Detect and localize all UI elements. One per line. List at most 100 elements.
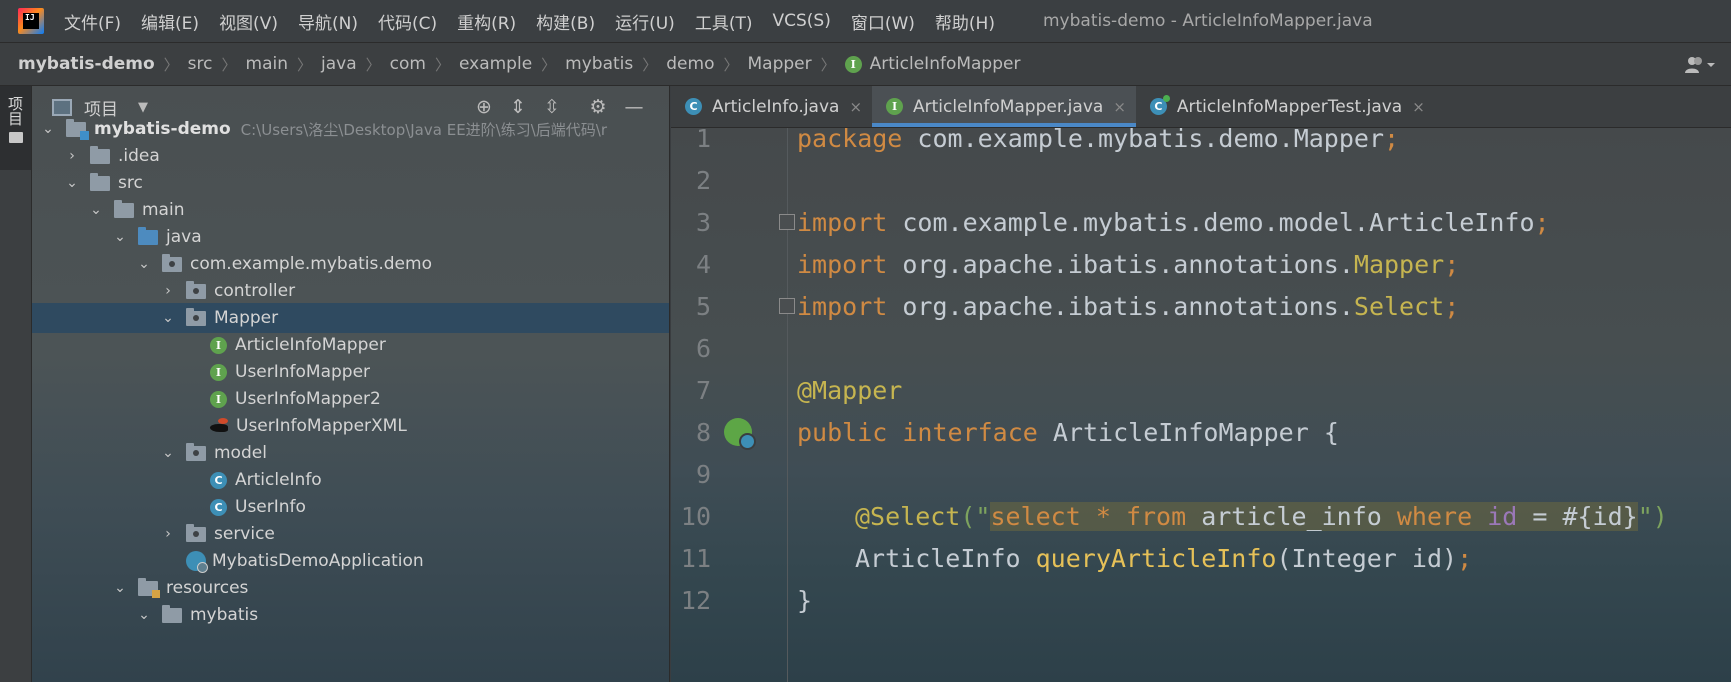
tree-item-src[interactable]: ⌄ src — [32, 168, 669, 198]
close-icon[interactable]: × — [1113, 98, 1126, 116]
project-tool-tab[interactable]: 项目 — [0, 86, 31, 170]
package-icon — [186, 523, 206, 542]
breadcrumb-item[interactable]: ArticleInfoMapper — [870, 54, 1021, 74]
tab-articleinfo-java[interactable]: C ArticleInfo.java × — [671, 86, 872, 127]
interface-icon: I — [886, 98, 904, 115]
chevron-down-icon[interactable]: ⌄ — [64, 175, 80, 191]
breadcrumb-separator: 〉 — [723, 55, 739, 74]
close-icon[interactable]: × — [1412, 98, 1425, 116]
menu-navigate[interactable]: 导航(N) — [298, 9, 358, 34]
chevron-right-icon[interactable]: › — [64, 148, 80, 164]
menu-vcs[interactable]: VCS(S) — [772, 11, 830, 31]
tree-item-mapper[interactable]: ⌄ Mapper — [32, 303, 669, 333]
tree-item-articleinfo[interactable]: C ArticleInfo — [32, 465, 669, 495]
tree-item-idea[interactable]: › .idea — [32, 141, 669, 171]
code-token: @Mapper — [797, 375, 903, 405]
chevron-down-icon[interactable]: ⌄ — [136, 607, 152, 623]
chevron-down-icon[interactable]: ⌄ — [112, 580, 128, 596]
tree-item-label: ArticleInfoMapper — [235, 335, 386, 355]
breadcrumb-item[interactable]: mybatis — [565, 54, 633, 74]
breadcrumb-item[interactable]: Mapper — [748, 54, 812, 74]
tree-item-java[interactable]: ⌄ java — [32, 222, 669, 252]
menu-refactor[interactable]: 重构(R) — [457, 9, 516, 34]
tree-item-mybatisdemoapplication[interactable]: MybatisDemoApplication — [32, 546, 669, 576]
menu-window[interactable]: 窗口(W) — [851, 9, 915, 34]
line-number: 10 — [680, 501, 711, 531]
tree-item-label: UserInfoMapperXML — [236, 416, 407, 436]
breadcrumb-item[interactable]: example — [459, 54, 532, 74]
chevron-right-icon[interactable]: › — [160, 526, 176, 542]
menu-code[interactable]: 代码(C) — [378, 9, 437, 34]
tree-item-label: controller — [214, 281, 296, 301]
code-token: (Integer id) — [1276, 543, 1458, 573]
chevron-down-icon[interactable]: ⌄ — [40, 121, 56, 137]
tree-item-userinfo[interactable]: C UserInfo — [32, 492, 669, 522]
breadcrumb-item[interactable]: main — [246, 54, 288, 74]
menu-file[interactable]: 文件(F) — [64, 9, 121, 34]
menu-view[interactable]: 视图(V) — [219, 9, 278, 34]
code-token: Select — [1353, 291, 1445, 321]
code-token: import — [797, 207, 888, 237]
chevron-down-icon[interactable]: ⌄ — [88, 202, 104, 218]
mybatis-bird-icon — [210, 418, 230, 434]
tree-item-resources[interactable]: ⌄ resources — [32, 573, 669, 603]
tab-articleinfomapper-java[interactable]: I ArticleInfoMapper.java × — [872, 86, 1136, 127]
tree-item-mybatis[interactable]: ⌄ mybatis — [32, 600, 669, 630]
tab-articleinfomappertest-java[interactable]: C ArticleInfoMapperTest.java × — [1136, 86, 1435, 127]
chevron-down-icon[interactable]: ⌄ — [160, 445, 176, 461]
user-account-icon[interactable] — [1683, 55, 1717, 75]
chevron-down-icon[interactable]: ⌄ — [136, 256, 152, 272]
close-icon[interactable]: × — [849, 98, 862, 116]
tree-item-label: java — [166, 227, 202, 247]
code-token: import — [797, 291, 888, 321]
breadcrumb-separator: 〉 — [163, 55, 179, 74]
code-token: ; — [1444, 249, 1460, 279]
chevron-down-icon[interactable]: ⌄ — [160, 310, 176, 326]
breadcrumb-item[interactable]: mybatis-demo — [18, 54, 155, 74]
breadcrumb-item[interactable]: demo — [666, 54, 714, 74]
code-token: select — [990, 501, 1081, 531]
menu-run[interactable]: 运行(U) — [615, 9, 675, 34]
code-token: com.example.mybatis.demo.Mapper — [902, 128, 1384, 153]
code-token: ; — [1444, 291, 1460, 321]
menu-edit[interactable]: 编辑(E) — [141, 9, 199, 34]
breadcrumb-item[interactable]: com — [390, 54, 426, 74]
tree-item-mybatis-demo[interactable]: ⌄ mybatis-demo C:\Users\洛尘\Desktop\Java … — [32, 114, 669, 144]
code-line: 7 @Mapper — [671, 367, 1731, 413]
code-token: org.apache.ibatis.annotations. — [887, 291, 1354, 321]
tree-item-userinfomapper[interactable]: I UserInfoMapper — [32, 357, 669, 387]
tree-item-label: model — [214, 443, 267, 463]
breadcrumb-item[interactable]: src — [188, 54, 213, 74]
chevron-down-icon[interactable]: ⌄ — [112, 229, 128, 245]
fold-marker-icon[interactable] — [779, 214, 795, 230]
package-icon — [186, 280, 206, 299]
tree-item-main[interactable]: ⌄ main — [32, 195, 669, 225]
caret-down-icon[interactable]: ▼ — [138, 100, 148, 115]
tree-item-service[interactable]: › service — [32, 519, 669, 549]
menu-build[interactable]: 构建(B) — [536, 9, 595, 34]
code-line: 10 @Select("select * from article_info w… — [671, 493, 1731, 539]
tree-item-userinfomapperxml[interactable]: UserInfoMapperXML — [32, 411, 669, 441]
tab-label: ArticleInfoMapper.java — [913, 96, 1104, 117]
tree-item-userinfomapper2[interactable]: I UserInfoMapper2 — [32, 384, 669, 414]
code-token: ArticleInfoMapper { — [1037, 417, 1339, 447]
code-token: package — [797, 128, 903, 153]
breadcrumb: mybatis-demo 〉 src 〉 main 〉 java 〉 com 〉… — [0, 43, 1731, 86]
tree-item-package-root[interactable]: ⌄ com.example.mybatis.demo — [32, 249, 669, 279]
menu-tools[interactable]: 工具(T) — [695, 9, 753, 34]
code-line: 9 — [671, 451, 1731, 497]
code-token: where — [1396, 501, 1473, 531]
tree-item-articleinfomapper[interactable]: I ArticleInfoMapper — [32, 330, 669, 360]
code-token: * — [1080, 501, 1126, 531]
breadcrumb-item[interactable]: java — [321, 54, 357, 74]
tree-item-controller[interactable]: › controller — [32, 276, 669, 306]
tree-item-label: ArticleInfo — [235, 470, 322, 490]
menu-help[interactable]: 帮助(H) — [935, 9, 995, 34]
tree-item-model[interactable]: ⌄ model — [32, 438, 669, 468]
chevron-right-icon[interactable]: › — [160, 283, 176, 299]
intellij-logo-icon[interactable]: IJ — [18, 8, 44, 34]
implementations-gutter-icon[interactable] — [724, 418, 756, 450]
code-editor[interactable]: 1 package com.example.mybatis.demo.Mappe… — [671, 128, 1731, 682]
tool-window-strip: 项目 — [0, 86, 32, 682]
fold-marker-icon[interactable] — [779, 298, 795, 314]
